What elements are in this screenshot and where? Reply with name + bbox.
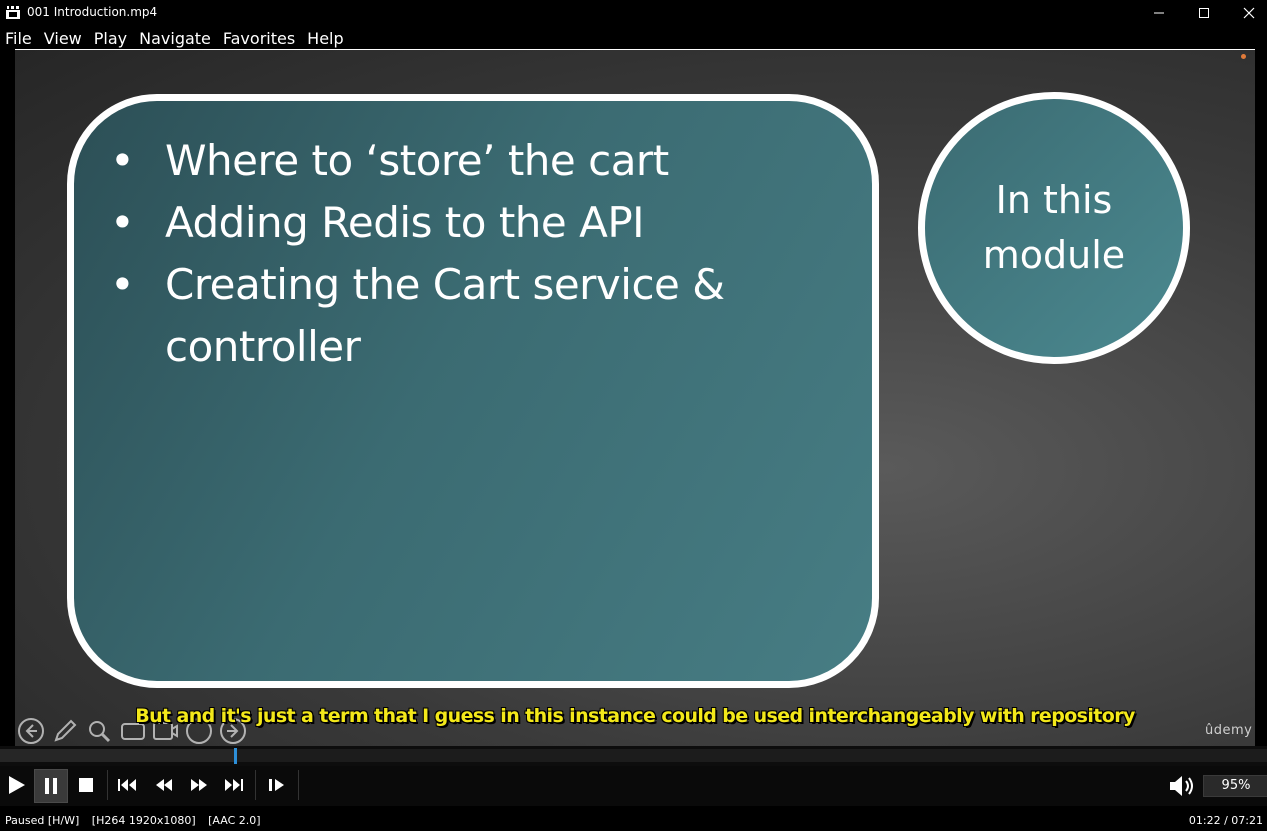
rewind-button[interactable] [148, 769, 180, 801]
slide-bullet-list: Where to ‘store’ the cart Adding Redis t… [110, 130, 785, 378]
maximize-icon [1199, 8, 1209, 18]
window-title: 001 Introduction.mp4 [27, 5, 158, 19]
playback-controls: 95% [0, 766, 1267, 806]
stop-button[interactable] [70, 769, 102, 801]
minimize-icon [1154, 12, 1164, 14]
menu-play[interactable]: Play [89, 27, 134, 49]
close-button[interactable] [1226, 0, 1267, 26]
skip-next-button[interactable] [217, 769, 249, 801]
volume-level[interactable]: 95% [1203, 775, 1267, 797]
controls-divider [107, 770, 108, 800]
fast-forward-icon [191, 779, 207, 791]
time-readout: 01:22 / 07:21 [1188, 814, 1263, 827]
frame-step-icon [269, 779, 284, 791]
play-button[interactable] [0, 769, 32, 801]
seek-progress-fill [0, 749, 234, 762]
status-bar: Paused [H/W] [H264 1920x1080] [AAC 2.0] … [0, 810, 1267, 831]
controls-divider [255, 770, 256, 800]
slide-bullet: Adding Redis to the API [110, 192, 785, 254]
subtitle-text: But and it's just a term that I guess in… [135, 705, 1135, 727]
frame-step-button[interactable] [261, 769, 293, 801]
seek-handle[interactable] [234, 748, 237, 764]
audio-codec-info: [AAC 2.0] [208, 814, 261, 827]
skip-previous-icon [118, 779, 136, 791]
skip-next-icon [225, 779, 243, 791]
slide-bullet: Creating the Cart service & controller [110, 254, 785, 378]
video-codec-info: [H264 1920x1080] [91, 814, 196, 827]
seek-bar[interactable] [0, 746, 1267, 766]
pause-button[interactable] [34, 769, 68, 803]
play-icon [9, 776, 25, 794]
volume-icon[interactable] [1167, 772, 1197, 800]
slide-bullet: Where to ‘store’ the cart [110, 130, 785, 192]
recording-indicator [1241, 54, 1246, 59]
minimize-button[interactable] [1136, 0, 1182, 26]
menu-bar: File View Play Navigate Favorites Help [0, 27, 1267, 49]
menu-navigate[interactable]: Navigate [134, 27, 218, 49]
playback-state: Paused [H/W] [5, 814, 80, 827]
slide-circle-text: In this module [982, 178, 1126, 277]
menu-help[interactable]: Help [302, 27, 350, 49]
controls-divider [298, 770, 299, 800]
fast-forward-button[interactable] [183, 769, 215, 801]
skip-previous-button[interactable] [112, 769, 144, 801]
menu-view[interactable]: View [39, 27, 89, 49]
maximize-button[interactable] [1181, 0, 1227, 26]
app-icon [6, 6, 20, 19]
rewind-icon [156, 779, 172, 791]
udemy-watermark: ûdemy [1205, 723, 1253, 738]
menu-favorites[interactable]: Favorites [218, 27, 302, 49]
close-icon [1243, 7, 1255, 19]
slide-module-circle: In this module [918, 92, 1190, 364]
pause-icon [45, 778, 57, 794]
menu-file[interactable]: File [0, 27, 39, 49]
stop-icon [79, 778, 93, 792]
title-bar: 001 Introduction.mp4 [0, 0, 1267, 26]
video-area[interactable]: Where to ‘store’ the cart Adding Redis t… [15, 49, 1255, 747]
